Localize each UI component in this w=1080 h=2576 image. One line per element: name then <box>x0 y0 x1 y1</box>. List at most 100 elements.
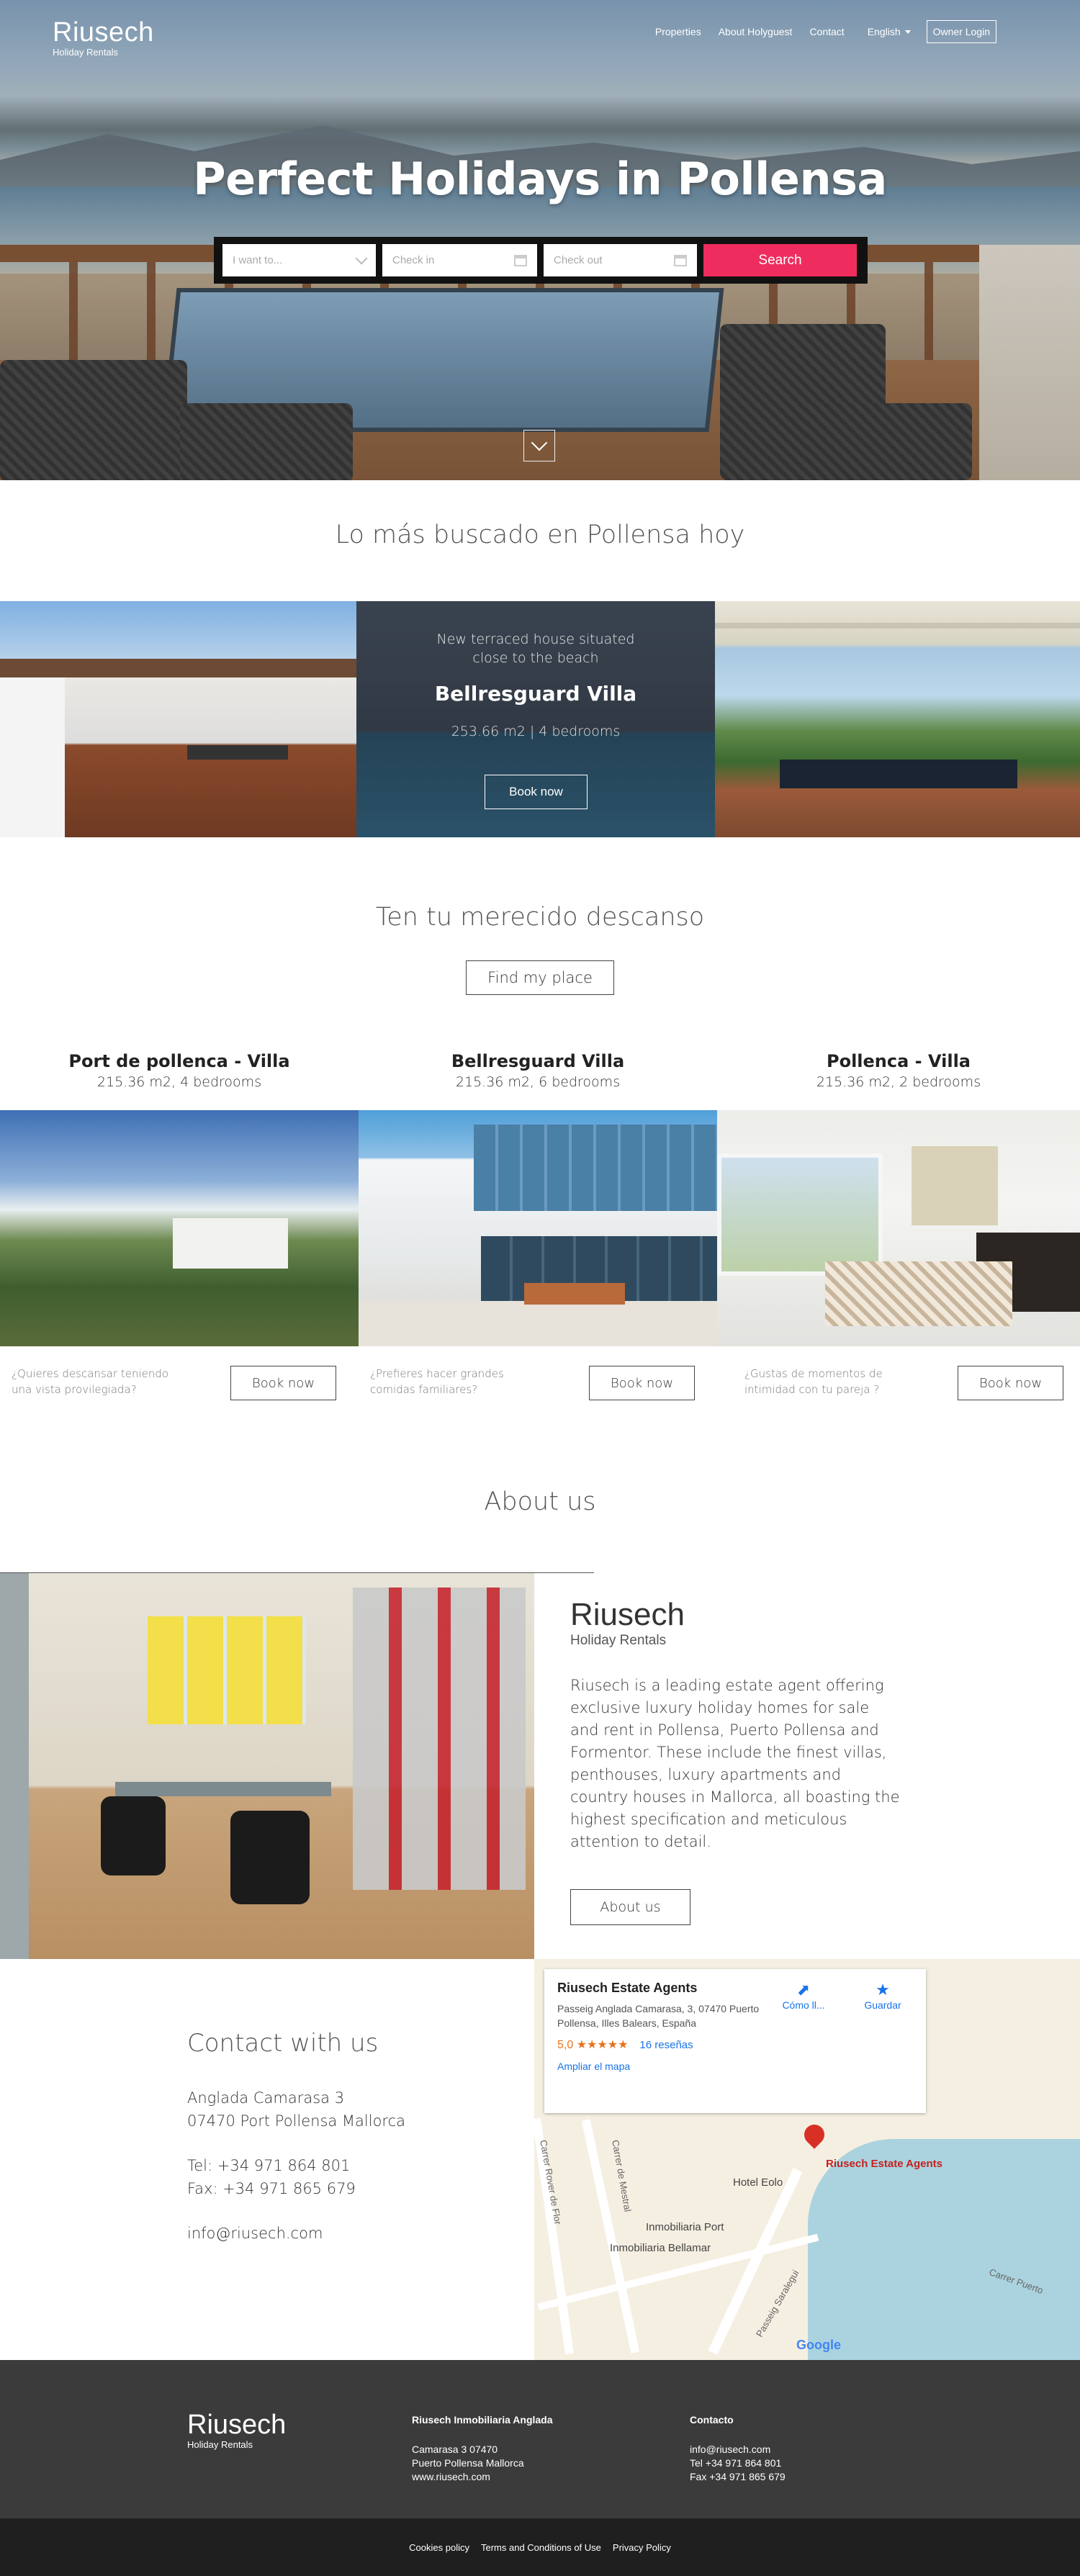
map-label: Hotel Eolo <box>733 2176 783 2189</box>
search-bar: I want to... Check in Check out Search <box>214 237 868 284</box>
photo-art <box>148 1616 306 1724</box>
nav-contact[interactable]: Contact <box>809 21 844 42</box>
map-street: Passeig Saralegui <box>754 2268 801 2339</box>
featured-book-button[interactable]: Book now <box>485 775 588 809</box>
footer-logo[interactable]: Riusech Holiday Rentals <box>187 2410 286 2450</box>
photo-desk <box>115 1782 331 1796</box>
photo-roof <box>0 659 356 677</box>
chevron-down-icon <box>531 434 548 451</box>
footer-col-title: Contacto <box>690 2414 734 2426</box>
property-gallery <box>0 1110 1080 1346</box>
calendar-icon <box>514 254 527 266</box>
checkout-placeholder: Check out <box>554 254 603 266</box>
footer-line: Puerto Pollensa Mallorca <box>412 2457 524 2469</box>
hero-title: Perfect Holidays in Pollensa <box>193 153 887 205</box>
property-name: Pollenca - Villa <box>826 1051 971 1071</box>
rating-value: 5,0 ★★★★★ <box>557 2039 629 2051</box>
footer-col-title: Riusech Inmobiliaria Anglada <box>412 2414 553 2426</box>
privacy-link[interactable]: Privacy Policy <box>613 2542 671 2553</box>
cookies-link[interactable]: Cookies policy <box>409 2542 469 2553</box>
nav-properties[interactable]: Properties <box>655 21 701 42</box>
google-logo: Google <box>796 2338 841 2352</box>
legal-bar: Cookies policy Terms and Conditions of U… <box>0 2518 1080 2576</box>
footer-line: Tel +34 971 864 801 <box>690 2457 782 2469</box>
contact-email[interactable]: info@riusech.com <box>187 2222 405 2245</box>
book-now-button[interactable]: Book now <box>230 1366 336 1400</box>
contact-tel[interactable]: Tel: +34 971 864 801 <box>187 2154 405 2177</box>
checkout-field[interactable]: Check out <box>544 244 697 276</box>
caret-down-icon <box>904 30 911 34</box>
map-rating: 5,0 ★★★★★ 16 reseñas <box>557 2037 913 2052</box>
property-heading[interactable]: Port de pollenca - Villa 215.36 m2, 4 be… <box>0 1051 359 1090</box>
about-title: About us <box>484 1487 596 1516</box>
property-heading[interactable]: Bellresguard Villa 215.36 m2, 6 bedrooms <box>359 1051 717 1090</box>
footer-line: Camarasa 3 07470 <box>412 2444 498 2455</box>
featured-name: Bellresguard Villa <box>434 682 637 706</box>
checkin-placeholder: Check in <box>392 254 435 266</box>
reviews-link[interactable]: 16 reseñas <box>639 2039 693 2051</box>
property-question: ¿Gustas de momentos de intimidad con tu … <box>744 1367 883 1396</box>
map-place-address: Passeig Anglada Camarasa, 3, 07470 Puert… <box>557 2003 760 2029</box>
enlarge-map-link[interactable]: Ampliar el mapa <box>557 2061 913 2072</box>
property-name: Bellresguard Villa <box>451 1051 625 1071</box>
logo-text: Riusech <box>53 17 154 48</box>
want-to-select[interactable]: I want to... <box>222 244 376 276</box>
dining-photo[interactable] <box>715 601 1080 837</box>
save-place-button[interactable]: ★ Guardar <box>854 1981 912 2011</box>
footer-logo-text: Riusech <box>187 2410 287 2440</box>
popular-gallery: New terraced house situated close to the… <box>0 601 1080 837</box>
contact-block: Contact with us Anglada Camarasa 3 07470… <box>187 2029 405 2245</box>
property-photo[interactable] <box>359 1110 717 1346</box>
site-logo[interactable]: Riusech Holiday Rentals <box>53 17 154 58</box>
directions-button[interactable]: ⬈ Cómo ll... <box>775 1981 832 2011</box>
logo-subtitle: Holiday Rentals <box>53 47 119 58</box>
search-button[interactable]: Search <box>703 244 857 276</box>
photo-table <box>780 760 1017 788</box>
main-nav: Properties About Holyguest Contact Engli… <box>638 20 996 43</box>
terms-link[interactable]: Terms and Conditions of Use <box>481 2542 601 2553</box>
footer-address-column: Riusech Inmobiliaria Anglada Camarasa 3 … <box>412 2413 553 2484</box>
find-my-place-button[interactable]: Find my place <box>466 960 614 995</box>
property-footer: ¿Gustas de momentos de intimidad con tu … <box>717 1346 1080 1404</box>
footer-logo-subtitle: Holiday Rentals <box>187 2439 253 2450</box>
chevron-down-icon <box>355 252 368 264</box>
owner-login-button[interactable]: Owner Login <box>926 20 996 43</box>
footer-line[interactable]: www.riusech.com <box>412 2470 553 2484</box>
photo-shelves <box>353 1588 526 1890</box>
photo-window <box>474 1125 717 1211</box>
language-selector[interactable]: English <box>868 26 911 37</box>
about-logo: Riusech Holiday Rentals <box>570 1597 685 1649</box>
scroll-down-button[interactable] <box>523 430 555 461</box>
property-footer: ¿Prefieres hacer grandes comidas familia… <box>359 1346 717 1404</box>
map-label: Inmobiliaria Port <box>646 2221 724 2233</box>
property-photo[interactable] <box>717 1110 1080 1346</box>
footer-contact-column: Contacto info@riusech.com Tel +34 971 86… <box>690 2413 786 2484</box>
map-street: Carrer de Mestral <box>610 2139 634 2213</box>
photo-furniture <box>524 1283 625 1305</box>
popular-title: Lo más buscado en Pollensa hoy <box>335 521 745 549</box>
property-question: ¿Quieres descansar teniendo una vista pr… <box>12 1367 169 1396</box>
footer-line: Fax +34 971 865 679 <box>690 2471 786 2482</box>
footer: Riusech Holiday Rentals Riusech Inmobili… <box>0 2360 1080 2518</box>
photo-window <box>717 1153 883 1276</box>
book-now-button[interactable]: Book now <box>958 1366 1063 1400</box>
about-description: Riusech is a leading estate agent offeri… <box>570 1677 900 1850</box>
save-label: Guardar <box>864 1999 901 2011</box>
location-map[interactable]: Riusech Estate Agents Passeig Anglada Ca… <box>534 1959 1080 2360</box>
checkin-field[interactable]: Check in <box>382 244 537 276</box>
terrace-photo[interactable] <box>0 601 356 837</box>
book-now-button[interactable]: Book now <box>589 1366 695 1400</box>
contact-fax: Fax: +34 971 865 679 <box>187 2180 356 2197</box>
map-info-card: Riusech Estate Agents Passeig Anglada Ca… <box>544 1969 926 2113</box>
property-details: 215.36 m2, 6 bedrooms <box>455 1074 621 1090</box>
property-photo[interactable] <box>0 1110 359 1346</box>
property-heading[interactable]: Pollenca - Villa 215.36 m2, 2 bedrooms <box>717 1051 1080 1090</box>
directions-label: Cómo ll... <box>782 1999 825 2011</box>
about-us-button[interactable]: About us <box>570 1889 690 1925</box>
office-photo <box>0 1573 534 1959</box>
photo-bed <box>825 1261 1012 1326</box>
nav-about[interactable]: About Holyguest <box>719 21 793 42</box>
map-pin-icon[interactable] <box>800 2120 829 2149</box>
featured-property-card[interactable]: New terraced house situated close to the… <box>356 601 715 837</box>
footer-line[interactable]: info@riusech.com <box>690 2443 786 2456</box>
